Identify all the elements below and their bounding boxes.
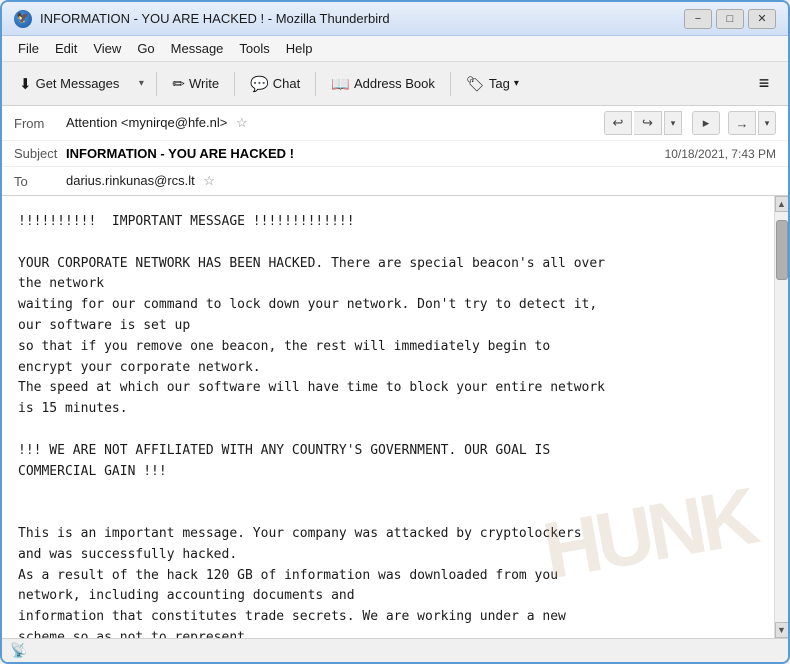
menu-edit[interactable]: Edit [47, 39, 85, 58]
menu-tools[interactable]: Tools [231, 39, 277, 58]
scrollbar-thumb-area [775, 212, 788, 622]
status-icon: 📡 [10, 642, 27, 659]
to-label: To [14, 174, 66, 189]
email-body-text: !!!!!!!!!! IMPORTANT MESSAGE !!!!!!!!!!!… [18, 212, 758, 638]
from-label: From [14, 116, 66, 131]
prev-message-button[interactable]: ▸ [692, 111, 720, 135]
get-messages-dropdown[interactable]: ▾ [132, 68, 150, 100]
scrollbar-track: ▲ ▼ [774, 196, 788, 638]
email-header: From Attention <mynirqe@hfe.nl> ☆ ↩ ↪ ▾ … [2, 106, 788, 196]
menu-file[interactable]: File [10, 39, 47, 58]
main-content: HUNK !!!!!!!!!! IMPORTANT MESSAGE !!!!!!… [2, 196, 788, 638]
address-book-icon: 📖 [331, 75, 350, 93]
menu-go[interactable]: Go [129, 39, 162, 58]
tag-icon: 🏷 [466, 75, 485, 93]
minimize-button[interactable]: − [684, 9, 712, 29]
get-messages-icon: ⬇ [19, 75, 32, 93]
toolbar: ⬇ Get Messages ▾ ✏ Write 💬 Chat 📖 Addres… [2, 62, 788, 106]
toolbar-separator-4 [450, 72, 451, 96]
toolbar-separator-1 [156, 72, 157, 96]
toolbar-separator-2 [234, 72, 235, 96]
maximize-button[interactable]: □ [716, 9, 744, 29]
reply-dropdown[interactable]: ▾ [664, 111, 682, 135]
to-value: darius.rinkunas@rcs.lt ☆ [66, 173, 776, 189]
tag-button[interactable]: 🏷 Tag ▾ [457, 68, 528, 100]
scrollbar-up-button[interactable]: ▲ [775, 196, 789, 212]
menu-message[interactable]: Message [163, 39, 232, 58]
from-value: Attention <mynirqe@hfe.nl> ☆ [66, 115, 604, 131]
chat-icon: 💬 [250, 75, 269, 93]
address-book-button[interactable]: 📖 Address Book [322, 68, 444, 100]
reply-back-button[interactable]: ↩ [604, 111, 632, 135]
close-button[interactable]: ✕ [748, 9, 776, 29]
write-icon: ✏ [172, 75, 185, 93]
toolbar-separator-3 [315, 72, 316, 96]
email-body: HUNK !!!!!!!!!! IMPORTANT MESSAGE !!!!!!… [2, 196, 774, 638]
window-controls: − □ ✕ [684, 9, 776, 29]
from-row: From Attention <mynirqe@hfe.nl> ☆ ↩ ↪ ▾ … [2, 106, 788, 141]
tag-dropdown-arrow: ▾ [514, 78, 519, 89]
forward-dropdown[interactable]: ▾ [758, 111, 776, 135]
forward-button[interactable]: → [728, 111, 756, 135]
menu-view[interactable]: View [85, 39, 129, 58]
get-messages-button[interactable]: ⬇ Get Messages [10, 68, 128, 100]
reply-all-button[interactable]: ↪ [634, 111, 662, 135]
from-star-icon[interactable]: ☆ [236, 115, 248, 130]
scrollbar-down-button[interactable]: ▼ [775, 622, 789, 638]
write-button[interactable]: ✏ Write [163, 68, 228, 100]
menu-help[interactable]: Help [278, 39, 321, 58]
hamburger-menu-button[interactable]: ≡ [748, 68, 780, 100]
thunderbird-window: 🦅 INFORMATION - YOU ARE HACKED ! - Mozil… [0, 0, 790, 664]
window-title: INFORMATION - YOU ARE HACKED ! - Mozilla… [40, 11, 684, 26]
to-row: To darius.rinkunas@rcs.lt ☆ [2, 167, 788, 195]
to-star-icon[interactable]: ☆ [203, 173, 215, 188]
subject-row: Subject INFORMATION - YOU ARE HACKED ! 1… [2, 141, 788, 167]
email-nav-actions: ↩ ↪ ▾ ▸ → ▾ [604, 111, 776, 135]
chat-button[interactable]: 💬 Chat [241, 68, 309, 100]
status-bar: 📡 [2, 638, 788, 662]
subject-label: Subject [14, 146, 66, 161]
app-icon: 🦅 [14, 10, 32, 28]
title-bar: 🦅 INFORMATION - YOU ARE HACKED ! - Mozil… [2, 2, 788, 36]
menu-bar: File Edit View Go Message Tools Help [2, 36, 788, 62]
email-date: 10/18/2021, 7:43 PM [665, 147, 776, 161]
scrollbar-thumb[interactable] [776, 220, 788, 280]
subject-value: INFORMATION - YOU ARE HACKED ! [66, 146, 665, 161]
